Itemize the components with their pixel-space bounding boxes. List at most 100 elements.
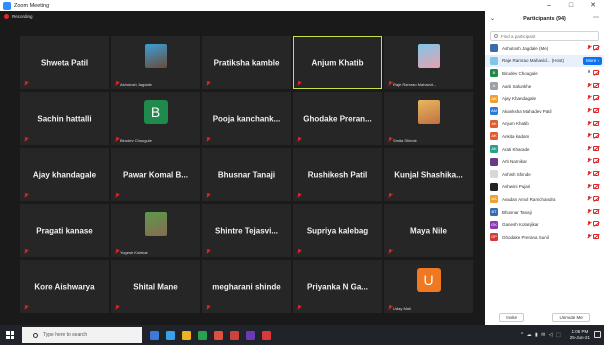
- participant-row[interactable]: AK Anjum Khatib: [485, 118, 604, 131]
- participant-row[interactable]: Ashwini Pujari: [485, 181, 604, 194]
- video-tile[interactable]: Priyanka N Ga...: [293, 260, 382, 313]
- participant-row[interactable]: Arti Narnikar: [485, 155, 604, 168]
- participant-status-icons: [587, 133, 599, 139]
- recording-dot-icon: [4, 14, 9, 19]
- maximize-button[interactable]: □: [560, 0, 582, 11]
- window-title: Zoom Meeting: [14, 2, 50, 9]
- muted-mic-icon: [587, 158, 591, 163]
- video-tile[interactable]: Kore Aishwarya: [20, 260, 109, 313]
- muted-mic-icon: [115, 305, 119, 310]
- collapse-chevron-icon[interactable]: ⌄: [490, 15, 495, 22]
- app-icon[interactable]: [262, 330, 271, 340]
- video-off-icon: [593, 107, 599, 113]
- video-tile[interactable]: Smita Shinde: [384, 92, 473, 145]
- muted-mic-icon: [115, 81, 119, 86]
- participant-row[interactable]: BT Bhusnar Tanaji: [485, 206, 604, 219]
- tray-icons[interactable]: ^ ☁ ▮ ✉ ◁ ⬚: [521, 332, 562, 338]
- task-view-icon[interactable]: [150, 330, 159, 340]
- participant-row-name: Anjum Khatib: [502, 121, 529, 127]
- video-tile[interactable]: Rushikesh Patil: [293, 148, 382, 201]
- taskbar-search-placeholder: Type here to search: [43, 332, 88, 338]
- video-tile[interactable]: Ghodake Preran...: [293, 92, 382, 145]
- more-button[interactable]: More ›: [582, 56, 602, 65]
- participant-row-name: Bhusnar Tanaji: [502, 209, 532, 215]
- video-tile[interactable]: Shweta Patil: [20, 36, 109, 89]
- avatar-letter: B: [143, 100, 168, 124]
- video-tile[interactable]: Maya Nile: [384, 204, 473, 257]
- participant-row-name: Birudev Chougule: [502, 70, 538, 76]
- profile-photo: [144, 212, 167, 236]
- video-tile[interactable]: B Birudev Chougule: [111, 92, 200, 145]
- video-tile[interactable]: U Uday Mali: [384, 260, 473, 313]
- minimize-button[interactable]: –: [538, 0, 560, 11]
- participant-search[interactable]: [490, 31, 599, 41]
- unmute-me-button[interactable]: Unmute Me: [552, 312, 590, 322]
- muted-mic-icon: [297, 81, 301, 86]
- participant-row[interactable]: GP Ghodake Prerana Sunil: [485, 231, 604, 244]
- participant-status-icons: [587, 82, 599, 88]
- participant-row[interactable]: Raje Ramrao Mahavid... (Host) More ›: [485, 54, 604, 68]
- participant-row[interactable]: Ashutosh Jagdale (Me): [485, 42, 604, 55]
- participant-row[interactable]: Ashish Shinde: [485, 168, 604, 181]
- close-button[interactable]: ✕: [582, 0, 604, 11]
- participant-row[interactable]: AK Ankita kadam: [485, 130, 604, 143]
- onenote-icon[interactable]: [246, 330, 255, 340]
- participant-row-name: Ashwini Pujari: [502, 184, 531, 190]
- participant-name: Ajay khandagale: [32, 170, 97, 179]
- muted-mic-icon: [388, 305, 392, 310]
- windows-start-icon[interactable]: [6, 331, 14, 339]
- app-icon[interactable]: [230, 330, 239, 340]
- clock[interactable]: 1:06 PM 25-Jun-21: [570, 329, 590, 341]
- participant-row[interactable]: AM Akanksha Mahadev Patil: [485, 105, 604, 118]
- video-tile[interactable]: Sachin hattalli: [20, 92, 109, 145]
- participant-status-icons: [587, 120, 599, 126]
- video-tile[interactable]: Bhusnar Tanaji: [202, 148, 291, 201]
- video-off-icon: [593, 70, 599, 76]
- participant-status-icons: [587, 45, 599, 50]
- participant-status-icons: [587, 233, 599, 239]
- muted-mic-icon: [388, 249, 392, 254]
- participant-row[interactable]: AK Arati Kharade: [485, 143, 604, 156]
- video-tile[interactable]: Yogesh Kolekar: [111, 204, 200, 257]
- meeting-area: Recording Shweta Patil Ashutosh Jagdale Pr…: [0, 11, 485, 325]
- participant-avatar: AK: [490, 119, 498, 128]
- invite-button[interactable]: Invite: [499, 312, 524, 322]
- muted-mic-icon: [24, 137, 28, 142]
- whatsapp-icon[interactable]: [214, 330, 223, 340]
- video-tile[interactable]: megharani shinde: [202, 260, 291, 313]
- video-tile[interactable]: Pawar Komal B...: [111, 148, 200, 201]
- participant-name: Bhusnar Tanaji: [217, 170, 276, 179]
- search-icon: [33, 332, 38, 338]
- video-tile[interactable]: Ajay khandagale: [20, 148, 109, 201]
- participant-row[interactable]: AK Ajay Khandagale: [485, 92, 604, 105]
- participant-name: Rushikesh Patil: [307, 170, 368, 179]
- zoom-app-icon[interactable]: [166, 330, 175, 340]
- participant-name: Pragati kanase: [36, 226, 93, 235]
- video-tile[interactable]: Anjum Khatib: [293, 36, 382, 89]
- muted-mic-icon: [297, 193, 301, 198]
- video-tile[interactable]: Pratiksha kamble: [202, 36, 291, 89]
- video-tile[interactable]: Supriya kalebag: [293, 204, 382, 257]
- participant-row[interactable]: B Birudev Chougule: [485, 67, 604, 80]
- participant-search-input[interactable]: [501, 33, 591, 39]
- participant-status-icons: [587, 158, 599, 164]
- explorer-icon[interactable]: [182, 330, 191, 340]
- video-tile[interactable]: Ashutosh Jagdale: [111, 36, 200, 89]
- video-off-icon: [593, 120, 599, 126]
- video-tile[interactable]: Pooja kanchank...: [202, 92, 291, 145]
- participant-avatar: [490, 157, 498, 166]
- participant-row[interactable]: GK Ganesh Kolanjikar: [485, 218, 604, 231]
- notification-icon[interactable]: [594, 331, 601, 338]
- video-tile[interactable]: Pragati kanase: [20, 204, 109, 257]
- video-tile[interactable]: Raje Ramrao Mahavid...: [384, 36, 473, 89]
- video-tile[interactable]: Kunjal Shashika...: [384, 148, 473, 201]
- taskbar-search[interactable]: Type here to search: [22, 327, 142, 343]
- muted-mic-icon: [24, 305, 28, 310]
- chrome-icon[interactable]: [198, 330, 207, 340]
- participant-name: Kore Aishwarya: [34, 282, 95, 291]
- video-tile[interactable]: Shital Mane: [111, 260, 200, 313]
- participant-row[interactable]: AA Avadan Amol Ramchandra: [485, 193, 604, 206]
- participant-row[interactable]: A Aarti Salunkhe: [485, 80, 604, 93]
- video-tile[interactable]: Shintre Tejasvi...: [202, 204, 291, 257]
- popout-icon[interactable]: ⋯: [593, 14, 599, 21]
